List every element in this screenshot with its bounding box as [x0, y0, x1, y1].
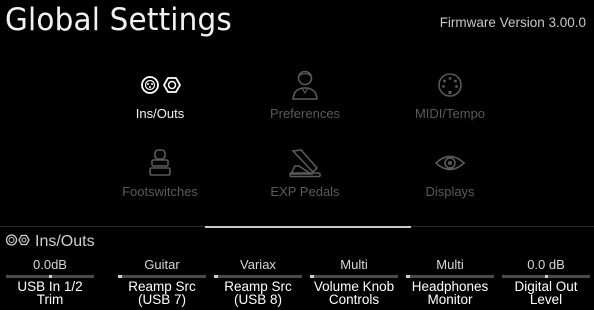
param-level-bar — [6, 275, 94, 278]
param-level-fill — [545, 275, 548, 278]
midi-port-icon — [437, 68, 463, 102]
section-header: Ins/Outs — [5, 232, 95, 252]
param-value: Variax — [240, 257, 276, 272]
ins-outs-icon — [138, 68, 182, 102]
firmware-version: Firmware Version 3.00.0 — [439, 15, 586, 30]
menu-item-label: Ins/Outs — [135, 106, 185, 121]
ins-outs-icon — [5, 233, 31, 252]
menu-item-label: Footswitches — [122, 184, 198, 199]
param-level-bar — [214, 275, 302, 278]
menu-item-ins-outs[interactable]: Ins/Outs — [90, 68, 230, 128]
param-name: Volume Knob Controls — [308, 280, 400, 307]
user-icon — [290, 68, 320, 102]
menu-item-footswitches[interactable]: Footswitches — [90, 146, 230, 206]
page-title: Global Settings — [5, 2, 232, 38]
param-level-bar — [310, 275, 398, 278]
param-value: Multi — [340, 257, 368, 272]
param-name: Digital Out Level — [500, 280, 592, 307]
param-name: Reamp Src (USB 7) — [116, 280, 208, 307]
param-name: USB In 1/2 Trim — [4, 280, 96, 307]
param-value: Multi — [436, 257, 464, 272]
param-name-line2: Monitor — [427, 292, 473, 307]
param-name: Headphones Monitor — [404, 280, 496, 307]
param-value: Guitar — [144, 257, 180, 272]
page-indicator-thumb — [205, 226, 411, 228]
menu-item-label: Preferences — [269, 106, 341, 121]
menu-item-displays[interactable]: Displays — [380, 146, 520, 206]
expression-pedal-icon — [287, 146, 323, 180]
param-level-bar — [118, 275, 206, 278]
param-name: Reamp Src (USB 8) — [212, 280, 304, 307]
param-name-line2: Controls — [328, 292, 380, 307]
param-headphones-monitor[interactable]: Multi Headphones Monitor — [404, 256, 496, 310]
page-indicator — [0, 226, 594, 228]
param-value: 0.0 dB — [527, 257, 565, 272]
param-level-fill — [49, 275, 52, 278]
menu-item-label: Displays — [425, 184, 475, 199]
menu-item-midi-tempo[interactable]: MIDI/Tempo — [380, 68, 520, 128]
menu-item-exp-pedals[interactable]: EXP Pedals — [235, 146, 375, 206]
param-value: 0.0dB — [33, 257, 67, 272]
param-level-fill — [214, 275, 218, 278]
param-digital-out-level[interactable]: 0.0 dB Digital Out Level — [500, 256, 592, 310]
menu-item-label: EXP Pedals — [270, 184, 340, 199]
param-volume-knob-controls[interactable]: Multi Volume Knob Controls — [308, 256, 400, 310]
menu-item-label: MIDI/Tempo — [414, 106, 486, 121]
param-name-line2: Trim — [36, 292, 64, 307]
param-name-line2: (USB 7) — [137, 292, 186, 307]
menu-item-preferences[interactable]: Preferences — [235, 68, 375, 128]
param-level-fill — [406, 275, 410, 278]
param-level-bar — [502, 275, 590, 278]
eye-icon — [434, 146, 466, 180]
global-settings-screen: Global Settings Firmware Version 3.00.0 … — [0, 0, 594, 310]
param-level-bar — [406, 275, 494, 278]
param-reamp-src-usb8[interactable]: Variax Reamp Src (USB 8) — [212, 256, 304, 310]
parameter-row: 0.0dB USB In 1/2 Trim Guitar Reamp Src (US… — [0, 256, 594, 310]
param-level-fill — [118, 275, 122, 278]
param-name-line2: Level — [529, 292, 563, 307]
section-title: Ins/Outs — [35, 233, 95, 250]
param-name-line2: (USB 8) — [233, 292, 282, 307]
param-level-fill — [310, 275, 314, 278]
param-usb-in-trim[interactable]: 0.0dB USB In 1/2 Trim — [4, 256, 96, 310]
param-reamp-src-usb7[interactable]: Guitar Reamp Src (USB 7) — [116, 256, 208, 310]
footswitch-icon — [148, 146, 172, 180]
